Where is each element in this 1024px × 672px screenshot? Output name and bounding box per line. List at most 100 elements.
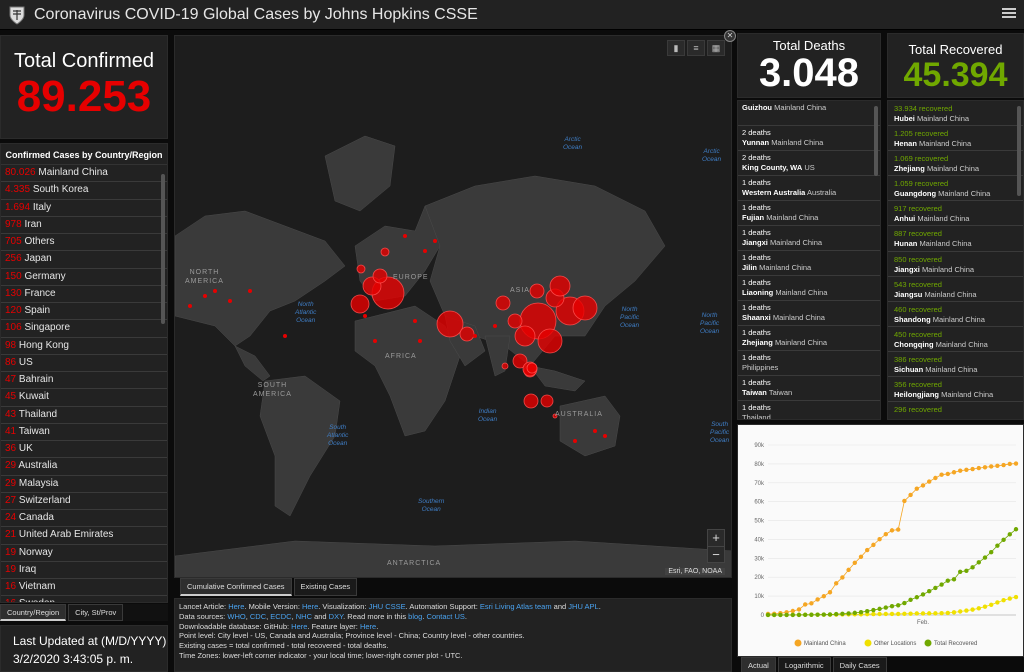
deaths-list-item[interactable]: 2 deaths King County, WA US xyxy=(738,151,880,176)
country-list-item[interactable]: 106 Singapore xyxy=(1,320,167,338)
country-list-item[interactable]: 16 Sweden xyxy=(1,596,167,602)
country-list-item[interactable]: 16 Vietnam xyxy=(1,579,167,597)
data-point[interactable] xyxy=(995,600,1000,605)
tab-country-region[interactable]: Country/Region xyxy=(0,604,67,621)
data-point[interactable] xyxy=(871,611,876,617)
data-point[interactable] xyxy=(765,612,771,618)
country-list-item[interactable]: 1.694 Italy xyxy=(1,200,167,217)
data-point[interactable] xyxy=(989,464,994,469)
tab-cumulative-confirmed[interactable]: Cumulative Confirmed Cases xyxy=(180,578,292,596)
data-point[interactable] xyxy=(933,611,938,616)
data-point[interactable] xyxy=(976,606,981,611)
data-point[interactable] xyxy=(958,609,963,614)
data-point[interactable] xyxy=(982,465,988,470)
legend-item[interactable]: Other Locations xyxy=(864,639,917,648)
data-point[interactable] xyxy=(1001,462,1006,468)
deaths-list-item[interactable]: 1 deaths Jilin Mainland China xyxy=(738,251,880,276)
esri-link[interactable]: Esri Living Atlas team xyxy=(480,602,552,611)
data-point[interactable] xyxy=(772,612,777,618)
data-point[interactable] xyxy=(958,569,963,574)
recovered-list-item[interactable]: 386 recovered Sichuan Mainland China xyxy=(888,352,1023,378)
data-point[interactable] xyxy=(1013,527,1019,532)
country-list-item[interactable]: 21 United Arab Emirates xyxy=(1,527,167,545)
dxy-link[interactable]: DXY xyxy=(329,612,343,621)
data-point[interactable] xyxy=(896,527,901,532)
data-point[interactable] xyxy=(920,611,926,616)
data-point[interactable] xyxy=(871,542,876,548)
data-point[interactable] xyxy=(846,611,851,616)
recovered-list-item[interactable]: 1.069 recovered Zhejiang Mainland China xyxy=(888,151,1023,177)
data-point[interactable] xyxy=(815,612,820,617)
data-point[interactable] xyxy=(815,597,820,602)
deaths-list-item[interactable]: 1 deaths Zhejiang Mainland China xyxy=(738,326,880,351)
data-point[interactable] xyxy=(778,612,783,618)
data-point[interactable] xyxy=(784,612,789,618)
recovered-list-item[interactable]: 543 recovered Jiangsu Mainland China xyxy=(888,277,1023,302)
data-point[interactable] xyxy=(809,601,814,606)
country-list-item[interactable]: 256 Japan xyxy=(1,251,167,269)
data-point[interactable] xyxy=(877,606,882,612)
data-point[interactable] xyxy=(889,603,895,609)
world-map[interactable]: NORTH AMERICA SOUTH AMERICA EUROPE AFRIC… xyxy=(174,35,732,578)
data-point[interactable] xyxy=(865,547,870,553)
country-list-item[interactable]: 45 Kuwait xyxy=(1,389,167,407)
data-point[interactable] xyxy=(970,607,975,612)
data-point[interactable] xyxy=(1007,532,1012,537)
data-point[interactable] xyxy=(827,590,833,595)
data-point[interactable] xyxy=(908,611,913,616)
close-icon[interactable]: ✕ xyxy=(724,30,736,42)
data-point[interactable] xyxy=(939,582,944,587)
country-list-item[interactable]: 47 Bahrain xyxy=(1,372,167,390)
recovered-list-item[interactable]: 887 recovered Hunan Mainland China xyxy=(888,226,1023,252)
country-list-item[interactable]: 19 Norway xyxy=(1,545,167,562)
recovered-list-item[interactable]: 850 recovered Jiangxi Mainland China xyxy=(888,252,1023,277)
data-point[interactable] xyxy=(927,589,932,594)
data-point[interactable] xyxy=(1007,461,1012,467)
data-point[interactable] xyxy=(790,612,795,618)
github-link[interactable]: Here xyxy=(291,622,307,631)
data-point[interactable] xyxy=(964,467,969,473)
country-list-item[interactable]: 41 Taiwan xyxy=(1,424,167,441)
country-list-item[interactable]: 150 Germany xyxy=(1,269,167,286)
mobile-link[interactable]: Here xyxy=(302,602,318,611)
data-point[interactable] xyxy=(883,532,888,537)
data-point[interactable] xyxy=(964,568,969,574)
data-point[interactable] xyxy=(877,611,882,617)
bookmark-icon[interactable]: ▮ xyxy=(667,40,685,56)
country-list-item[interactable]: 98 Hong Kong xyxy=(1,338,167,355)
data-point[interactable] xyxy=(840,575,845,580)
tab-city-state-province[interactable]: City, St/Prov xyxy=(68,604,124,621)
hamburger-icon[interactable] xyxy=(1002,6,1016,20)
country-list-item[interactable]: 4.335 South Korea xyxy=(1,182,167,200)
recovered-list-item[interactable]: 460 recovered Shandong Mainland China xyxy=(888,302,1023,327)
data-point[interactable] xyxy=(1013,461,1019,466)
data-point[interactable] xyxy=(834,611,839,617)
data-point[interactable] xyxy=(796,612,802,618)
data-point[interactable] xyxy=(908,597,913,602)
country-list-item[interactable]: 705 Others xyxy=(1,234,167,252)
recovered-list-item[interactable]: 917 recovered Anhui Mainland China xyxy=(888,201,1023,227)
data-point[interactable] xyxy=(858,554,864,559)
legend-item[interactable]: Total Recovered xyxy=(924,639,978,648)
data-point[interactable] xyxy=(964,608,969,613)
deaths-list-item[interactable]: 1 deaths Taiwan Taiwan xyxy=(738,376,880,401)
data-point[interactable] xyxy=(896,603,901,608)
data-point[interactable] xyxy=(982,604,988,609)
data-point[interactable] xyxy=(1001,598,1006,603)
country-list-item[interactable]: 24 Canada xyxy=(1,510,167,528)
deaths-list-panel[interactable]: Guizhou Mainland China 2 deaths Yunnan Mai… xyxy=(737,100,881,420)
jhu-apl-link[interactable]: JHU APL xyxy=(568,602,598,611)
data-point[interactable] xyxy=(951,470,957,475)
data-point[interactable] xyxy=(840,611,845,617)
data-point[interactable] xyxy=(896,611,901,617)
grid-icon[interactable]: ▦ xyxy=(707,40,725,56)
data-point[interactable] xyxy=(803,602,808,607)
data-point[interactable] xyxy=(933,585,938,591)
recovered-list-item[interactable]: 296 recovered xyxy=(888,402,1023,419)
data-point[interactable] xyxy=(951,610,957,615)
feature-layer-link[interactable]: Here xyxy=(360,622,376,631)
data-point[interactable] xyxy=(914,611,919,616)
country-list-item[interactable]: 36 UK xyxy=(1,441,167,459)
recovered-list-item[interactable]: 356 recovered Heilongjiang Mainland China xyxy=(888,377,1023,403)
recovered-list-item[interactable]: 450 recovered Chongqing Mainland China xyxy=(888,327,1023,352)
